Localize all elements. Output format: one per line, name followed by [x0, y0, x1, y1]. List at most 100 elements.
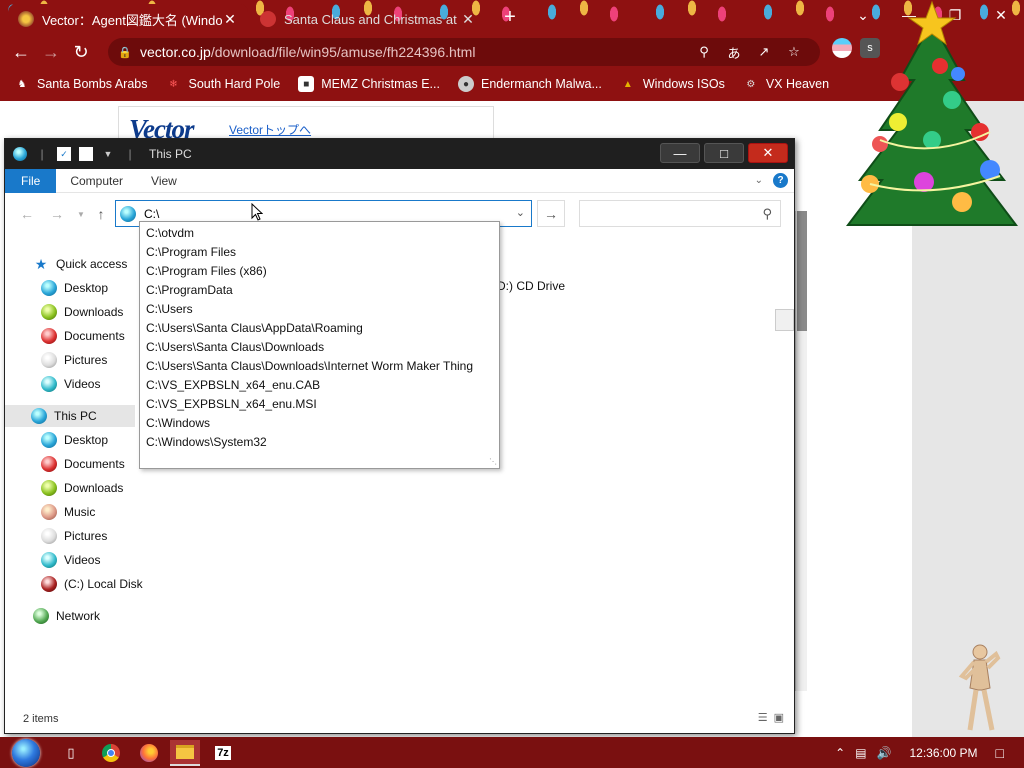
drive-item-cd[interactable]: D:) CD Drive: [497, 279, 565, 293]
tab-close-icon[interactable]: ✕: [222, 11, 238, 28]
scroll-thumb[interactable]: [797, 211, 807, 331]
explorer-titlebar[interactable]: | ✓ ▼ | This PC — □ ✕: [5, 139, 794, 169]
nav-pc-downloads[interactable]: Downloads: [41, 477, 123, 499]
up-arrow-icon[interactable]: ↑: [91, 205, 111, 223]
tab-close-icon[interactable]: ✕: [460, 11, 476, 28]
chevron-down-icon[interactable]: ⌄: [516, 206, 525, 219]
autocomplete-item[interactable]: C:\otvdm: [140, 224, 499, 243]
nav-pc-desktop[interactable]: Desktop: [41, 429, 108, 451]
autocomplete-item[interactable]: C:\VS_EXPBSLN_x64_enu.CAB: [140, 376, 499, 395]
computer-icon: [120, 205, 136, 222]
vector-top-link[interactable]: Vectorトップへ: [229, 121, 311, 138]
forward-arrow-icon[interactable]: →: [36, 37, 66, 67]
status-item-count: 2 items: [23, 713, 59, 725]
nav-this-pc[interactable]: This PC: [5, 405, 135, 427]
mouse-cursor-icon: [251, 203, 263, 221]
search-input[interactable]: ⚲: [579, 200, 781, 227]
search-icon[interactable]: ⚲: [692, 42, 716, 62]
7zip-label: 7z: [215, 746, 231, 760]
bookmark-south-hard-pole[interactable]: ❄ South Hard Pole: [165, 76, 280, 92]
nav-pc-local-disk[interactable]: (C:) Local Disk: [41, 573, 143, 595]
search-icon: ⚲: [762, 205, 772, 221]
help-icon[interactable]: ?: [773, 173, 788, 188]
nav-label: Documents: [64, 329, 125, 343]
recent-locations-icon[interactable]: ▼: [71, 205, 91, 223]
autocomplete-item[interactable]: C:\Users: [140, 300, 499, 319]
autocomplete-item[interactable]: C:\Windows: [140, 414, 499, 433]
new-tab-button[interactable]: +: [498, 6, 522, 28]
raccoon-icon: ●: [457, 76, 474, 92]
notifications-icon[interactable]: □: [996, 745, 1004, 761]
nav-quick-access[interactable]: ★ Quick access: [33, 253, 128, 275]
address-value[interactable]: C:\: [144, 207, 159, 221]
nav-label: This PC: [54, 409, 97, 423]
nav-pc-videos[interactable]: Videos: [41, 549, 100, 571]
separator: |: [40, 147, 44, 161]
back-arrow-icon[interactable]: ←: [17, 205, 37, 223]
nav-qa-downloads[interactable]: Downloads: [41, 301, 123, 323]
autocomplete-item[interactable]: C:\Windows\System32: [140, 433, 499, 452]
tab-vector[interactable]: Vector：Agent図鑑大名 (Window ✕: [8, 4, 248, 34]
bookmark-endermanch-malware[interactable]: ● Endermanch Malwa...: [457, 76, 602, 92]
chevron-up-icon[interactable]: ⌃: [835, 746, 845, 760]
nav-label: Music: [64, 505, 96, 519]
omnibox-actions: ⚲ あ ↗ ☆: [692, 42, 806, 62]
address-bar[interactable]: 🔒 vector.co.jp/download/file/win95/amuse…: [108, 38, 820, 66]
autocomplete-item[interactable]: C:\Users\Santa Claus\Downloads\Internet …: [140, 357, 499, 376]
bookmark-windows-isos[interactable]: ▲ Windows ISOs: [620, 76, 725, 92]
nav-pc-documents[interactable]: Documents: [41, 453, 125, 475]
file-explorer-icon[interactable]: [170, 740, 200, 766]
tab-file[interactable]: File: [5, 168, 57, 193]
autocomplete-item[interactable]: C:\ProgramData: [140, 281, 499, 300]
page-scrollbar[interactable]: [795, 211, 807, 691]
documents-icon: [41, 328, 57, 344]
tab-title: Vector：Agent図鑑大名 (Window: [42, 12, 222, 28]
content-scrollbar[interactable]: [775, 309, 794, 331]
autocomplete-item[interactable]: C:\VS_EXPBSLN_x64_enu.MSI: [140, 395, 499, 414]
explorer-window-controls: — □ ✕: [660, 143, 788, 163]
volume-icon[interactable]: 🔊: [877, 746, 892, 760]
clock[interactable]: 12:36:00 PM: [909, 746, 977, 760]
back-arrow-icon[interactable]: ←: [6, 37, 36, 67]
close-button[interactable]: ✕: [748, 143, 788, 163]
reload-icon[interactable]: ↻: [66, 37, 96, 67]
chevron-down-icon[interactable]: ▼: [101, 147, 115, 161]
forward-arrow-icon[interactable]: →: [47, 205, 67, 223]
autocomplete-item[interactable]: C:\Program Files: [140, 243, 499, 262]
vx-icon: ⚙: [746, 78, 756, 90]
share-icon[interactable]: ↗: [752, 42, 776, 62]
go-arrow-icon[interactable]: →: [537, 200, 565, 227]
nav-pc-music[interactable]: Music: [41, 501, 95, 523]
translate-icon[interactable]: あ: [722, 42, 746, 62]
7zip-icon[interactable]: 7z: [208, 740, 238, 766]
tab-santa-claus[interactable]: Santa Claus and Christmas at the ✕: [250, 4, 486, 34]
resize-grip-icon[interactable]: ⋱: [489, 458, 497, 466]
bookmark-vx-heaven[interactable]: ⚙ VX Heaven: [743, 76, 829, 92]
maximize-button[interactable]: □: [704, 143, 744, 163]
nav-pc-pictures[interactable]: Pictures: [41, 525, 107, 547]
details-view-icon[interactable]: ☰: [758, 711, 768, 724]
large-icons-view-icon[interactable]: ▣: [774, 711, 784, 724]
nav-qa-desktop[interactable]: Desktop: [41, 277, 108, 299]
new-folder-icon[interactable]: [79, 147, 93, 161]
autocomplete-item[interactable]: C:\Users\Santa Claus\Downloads: [140, 338, 499, 357]
nav-qa-documents[interactable]: Documents: [41, 325, 125, 347]
network-icon[interactable]: ▤: [855, 746, 866, 760]
tab-computer[interactable]: Computer: [56, 169, 137, 193]
expand-ribbon-icon[interactable]: ⌄: [755, 175, 763, 186]
chrome-icon[interactable]: [96, 740, 126, 766]
nav-qa-pictures[interactable]: Pictures: [41, 349, 107, 371]
minimize-button[interactable]: —: [660, 143, 700, 163]
bookmark-santa-bombs-arabs[interactable]: ♞ Santa Bombs Arabs: [14, 76, 148, 92]
start-button[interactable]: [6, 739, 46, 767]
bookmark-star-icon[interactable]: ☆: [782, 42, 806, 62]
autocomplete-item[interactable]: C:\Users\Santa Claus\AppData\Roaming: [140, 319, 499, 338]
autocomplete-item[interactable]: C:\Program Files (x86): [140, 262, 499, 281]
properties-icon[interactable]: ✓: [57, 147, 71, 161]
tab-view[interactable]: View: [137, 169, 191, 193]
nav-qa-videos[interactable]: Videos: [41, 373, 100, 395]
task-view-icon[interactable]: ▯: [56, 740, 86, 766]
bookmark-memz-christmas[interactable]: ■ MEMZ Christmas E...: [298, 76, 440, 92]
nav-network[interactable]: Network: [33, 605, 100, 627]
firefox-icon[interactable]: [134, 740, 164, 766]
